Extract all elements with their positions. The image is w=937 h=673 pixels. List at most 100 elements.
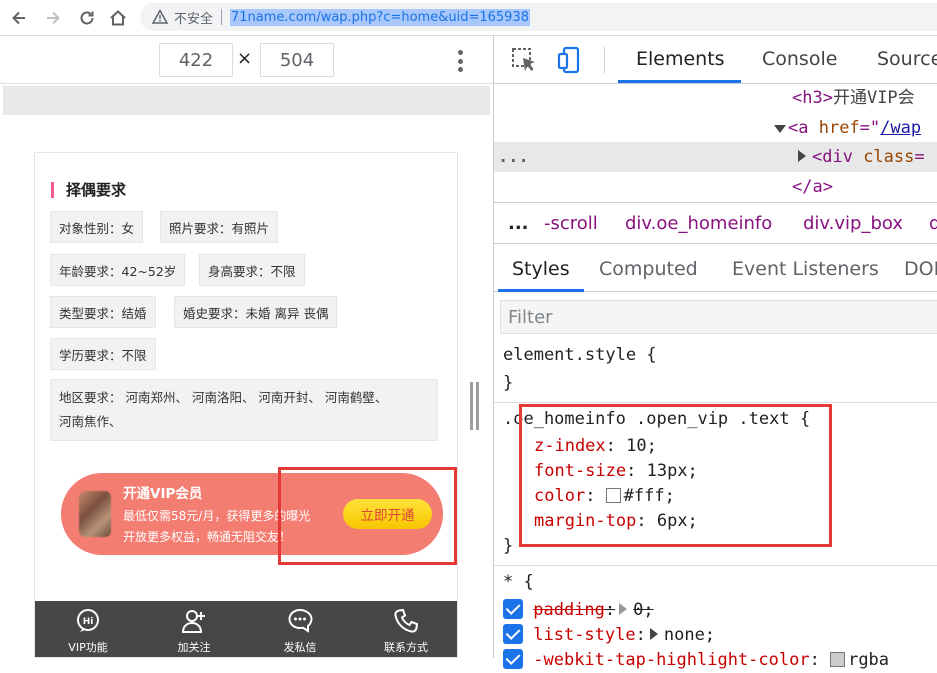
tab-sources[interactable]: Source	[877, 48, 937, 70]
open-vip-button[interactable]: 立即开通	[343, 499, 432, 529]
breadcrumb-item[interactable]: div.oe_homeinfo	[625, 213, 772, 234]
section-title-text: 择偶要求	[66, 181, 127, 199]
color-swatch[interactable]	[830, 652, 846, 667]
requirement-tag-photo: 照片要求：有照片	[160, 211, 279, 243]
requirement-tag-type: 类型要求：结婚	[50, 296, 156, 328]
device-width-input[interactable]: 422	[159, 43, 233, 77]
tab-elements[interactable]: Elements	[636, 48, 725, 70]
property-checkbox[interactable]	[503, 649, 523, 669]
devtools-tabbar: Elements Console Source	[494, 36, 937, 84]
breadcrumb-more[interactable]: ...	[508, 213, 529, 234]
title-accent-bar	[51, 181, 54, 198]
css-property-z-index[interactable]: z-index: 10;	[534, 434, 657, 459]
forward-arrow-icon	[47, 11, 60, 25]
warning-icon	[152, 9, 168, 24]
back-button[interactable]	[6, 5, 32, 31]
requirement-tag-gender: 对象性别：女	[50, 211, 144, 243]
reload-button[interactable]	[74, 5, 100, 31]
requirement-tag-age: 年龄要求：42~52岁	[50, 254, 186, 286]
resize-handle[interactable]	[470, 382, 480, 430]
css-property-tap-highlight[interactable]: -webkit-tap-highlight-color: rgba	[503, 648, 889, 673]
breadcrumb: ... -scroll div.oe_homeinfo div.vip_box …	[494, 202, 937, 244]
css-rule-selector[interactable]: .oe_homeinfo .open_vip .text {	[503, 407, 810, 432]
home-button[interactable]	[105, 5, 131, 31]
add-user-icon	[181, 610, 205, 633]
dom-node-a-close[interactable]: </a>	[792, 172, 833, 202]
styles-filter-input[interactable]: Filter	[500, 300, 937, 334]
mobile-page: 择偶要求 对象性别：女 照片要求：有照片 年龄要求：42~52岁 身高要求：不限…	[34, 152, 458, 658]
css-property-list-style[interactable]: list-style: none;	[503, 623, 715, 648]
forward-button[interactable]	[40, 5, 66, 31]
url-text[interactable]: 71name.com/wap.php?c=home&uid=165938	[230, 8, 530, 26]
css-property-font-size[interactable]: font-size: 13px;	[534, 459, 698, 484]
nav-item-message[interactable]: 发私信	[247, 601, 353, 657]
property-checkbox[interactable]	[503, 599, 523, 619]
css-property-margin-top[interactable]: margin-top: 6px;	[534, 509, 698, 534]
home-icon	[110, 10, 126, 26]
property-checkbox[interactable]	[503, 624, 523, 644]
divider	[494, 565, 937, 566]
phone-icon	[394, 608, 419, 633]
region-line-1: 地区要求： 河南郑州、 河南洛阳、 河南开封、 河南鹤壁、	[59, 390, 388, 405]
requirement-tag-height: 身高要求：不限	[199, 254, 305, 286]
svg-text:Hi: Hi	[83, 617, 94, 627]
nav-label: 加关注	[177, 641, 211, 654]
vip-banner[interactable]: 开通VIP会员 最低仅需58元/月，获得更多的曝光 开放更多权益，畅通无阻交友！…	[61, 473, 443, 555]
element-style-rule[interactable]: element.style {	[503, 343, 657, 368]
region-line-2: 河南焦作、	[59, 414, 122, 429]
breadcrumb-item[interactable]: -scroll	[544, 213, 598, 234]
vip-title: 开通VIP会员	[123, 486, 203, 502]
divider	[604, 47, 605, 73]
rule-close-brace: }	[503, 536, 514, 556]
insecure-label: 不安全	[174, 11, 214, 27]
active-tab-indicator	[618, 80, 741, 83]
styles-subtabs: Styles Computed Event Listeners DOI	[494, 252, 937, 292]
inspect-element-icon[interactable]	[510, 46, 538, 74]
tab-console[interactable]: Console	[762, 48, 837, 70]
nav-item-vip[interactable]: Hi VIP功能	[35, 601, 141, 657]
vip-icon: Hi	[77, 609, 99, 632]
message-icon	[288, 608, 313, 633]
nav-label: 发私信	[283, 641, 317, 654]
bottom-nav: Hi VIP功能 加关注 发私信 联系方式	[35, 601, 457, 657]
divider	[494, 402, 937, 403]
css-property-padding[interactable]: padding: 0;	[503, 598, 654, 623]
nav-item-follow[interactable]: 加关注	[141, 601, 247, 657]
tab-event-listeners[interactable]: Event Listeners	[732, 258, 879, 280]
color-swatch[interactable]	[605, 488, 621, 503]
rule-close-brace: }	[503, 373, 514, 393]
nav-item-contact[interactable]: 联系方式	[353, 601, 457, 657]
breadcrumb-item[interactable]: d	[929, 213, 937, 234]
requirement-tag-education: 学历要求：不限	[50, 338, 156, 370]
nav-label: VIP功能	[68, 641, 108, 654]
vip-description-1: 最低仅需58元/月，获得更多的曝光	[123, 509, 311, 523]
tab-styles[interactable]: Styles	[512, 258, 570, 280]
reload-icon	[80, 11, 94, 25]
device-toolbar: 422 × 504	[0, 36, 493, 84]
requirement-tag-marital: 婚史要求：未婚 离异 丧偶	[174, 296, 338, 328]
tab-dom-breakpoints[interactable]: DOI	[904, 258, 937, 280]
dimension-separator: ×	[237, 48, 253, 69]
dom-ellipsis[interactable]: ...	[498, 142, 529, 172]
tab-computed[interactable]: Computed	[599, 258, 698, 280]
divider	[221, 9, 223, 25]
back-arrow-icon	[12, 11, 25, 25]
requirement-tag-region: 地区要求： 河南郑州、 河南洛阳、 河南开封、 河南鹤壁、 河南焦作、	[50, 379, 438, 441]
address-bar[interactable]: 不安全 71name.com/wap.php?c=home&uid=165938	[140, 3, 937, 31]
device-height-input[interactable]: 504	[260, 43, 334, 77]
dom-node-h3[interactable]: <h3>开通VIP会	[792, 83, 915, 113]
css-property-color[interactable]: color: #fff;	[534, 484, 675, 509]
avatar	[79, 491, 111, 537]
dom-node-a[interactable]: <a href="/wap	[774, 113, 921, 143]
device-toolbar-icon[interactable]	[556, 46, 584, 74]
dom-tree: <h3>开通VIP会 <a href="/wap ... <div class=…	[494, 85, 937, 202]
nav-label: 联系方式	[384, 641, 428, 654]
browser-toolbar: 不安全 71name.com/wap.php?c=home&uid=165938	[0, 0, 937, 36]
breadcrumb-item[interactable]: div.vip_box	[803, 213, 903, 234]
active-subtab-indicator	[498, 289, 584, 292]
universal-rule-selector[interactable]: * {	[503, 570, 534, 595]
device-more-menu-icon[interactable]	[452, 48, 468, 74]
dom-node-div[interactable]: <div class=	[794, 142, 925, 172]
vip-description-2: 开放更多权益，畅通无阻交友！	[123, 530, 292, 544]
media-query-bar[interactable]	[3, 86, 490, 115]
